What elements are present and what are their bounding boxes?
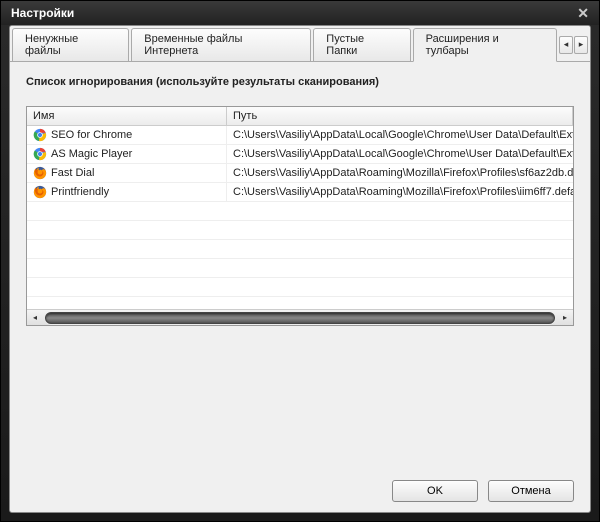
- tab-bar: Ненужные файлы Временные файлы Интернета…: [10, 26, 590, 62]
- close-button[interactable]: ✕: [573, 5, 593, 22]
- column-header-name[interactable]: Имя: [27, 107, 227, 125]
- tab-extensions-toolbars[interactable]: Расширения и тулбары: [413, 28, 557, 62]
- table-row[interactable]: Fast Dial C:\Users\Vasiliy\AppData\Roami…: [27, 164, 573, 183]
- row-name: Printfriendly: [51, 186, 109, 198]
- tab-scroll-left[interactable]: ◂: [559, 36, 573, 54]
- ok-button[interactable]: OK: [392, 480, 478, 502]
- chrome-icon: [33, 128, 47, 142]
- table-row[interactable]: SEO for Chrome C:\Users\Vasiliy\AppData\…: [27, 126, 573, 145]
- horizontal-scrollbar[interactable]: ◂ ▸: [27, 309, 573, 325]
- tab-scroll-right[interactable]: ▸: [574, 36, 588, 54]
- row-name: Fast Dial: [51, 167, 94, 179]
- row-path: C:\Users\Vasiliy\AppData\Local\Google\Ch…: [227, 146, 573, 162]
- table-row-empty: [27, 259, 573, 278]
- ignore-list-table: Имя Путь SEO for Chrome C:\Users\Vasiliy…: [26, 106, 574, 326]
- column-header-path[interactable]: Путь: [227, 107, 573, 125]
- row-name: AS Magic Player: [51, 148, 132, 160]
- tab-scroll: ◂ ▸: [559, 36, 588, 54]
- table-body: SEO for Chrome C:\Users\Vasiliy\AppData\…: [27, 126, 573, 309]
- tab-junk-files[interactable]: Ненужные файлы: [12, 28, 129, 61]
- titlebar: Настройки ✕: [1, 1, 599, 25]
- table-row[interactable]: Printfriendly C:\Users\Vasiliy\AppData\R…: [27, 183, 573, 202]
- row-name: SEO for Chrome: [51, 129, 132, 141]
- row-path: C:\Users\Vasiliy\AppData\Local\Google\Ch…: [227, 127, 573, 143]
- panel: Список игнорирования (используйте резуль…: [10, 62, 590, 472]
- table-row-empty: [27, 297, 573, 309]
- scroll-left-arrow[interactable]: ◂: [27, 310, 43, 325]
- firefox-icon: [33, 185, 47, 199]
- button-bar: OK Отмена: [10, 472, 590, 512]
- tab-empty-folders[interactable]: Пустые Папки: [313, 28, 410, 61]
- table-header: Имя Путь: [27, 107, 573, 126]
- firefox-icon: [33, 166, 47, 180]
- scroll-thumb[interactable]: [45, 312, 555, 324]
- table-row-empty: [27, 221, 573, 240]
- row-path: C:\Users\Vasiliy\AppData\Roaming\Mozilla…: [227, 184, 573, 200]
- window-title: Настройки: [11, 6, 74, 20]
- table-row-empty: [27, 240, 573, 259]
- table-row[interactable]: AS Magic Player C:\Users\Vasiliy\AppData…: [27, 145, 573, 164]
- panel-heading: Список игнорирования (используйте резуль…: [26, 76, 574, 88]
- settings-window: Настройки ✕ Ненужные файлы Временные фай…: [0, 0, 600, 522]
- table-row-empty: [27, 202, 573, 221]
- scroll-right-arrow[interactable]: ▸: [557, 310, 573, 325]
- content-area: Ненужные файлы Временные файлы Интернета…: [9, 25, 591, 513]
- cancel-button[interactable]: Отмена: [488, 480, 574, 502]
- row-path: C:\Users\Vasiliy\AppData\Roaming\Mozilla…: [227, 165, 573, 181]
- chrome-icon: [33, 147, 47, 161]
- tab-internet-temp[interactable]: Временные файлы Интернета: [131, 28, 311, 61]
- table-row-empty: [27, 278, 573, 297]
